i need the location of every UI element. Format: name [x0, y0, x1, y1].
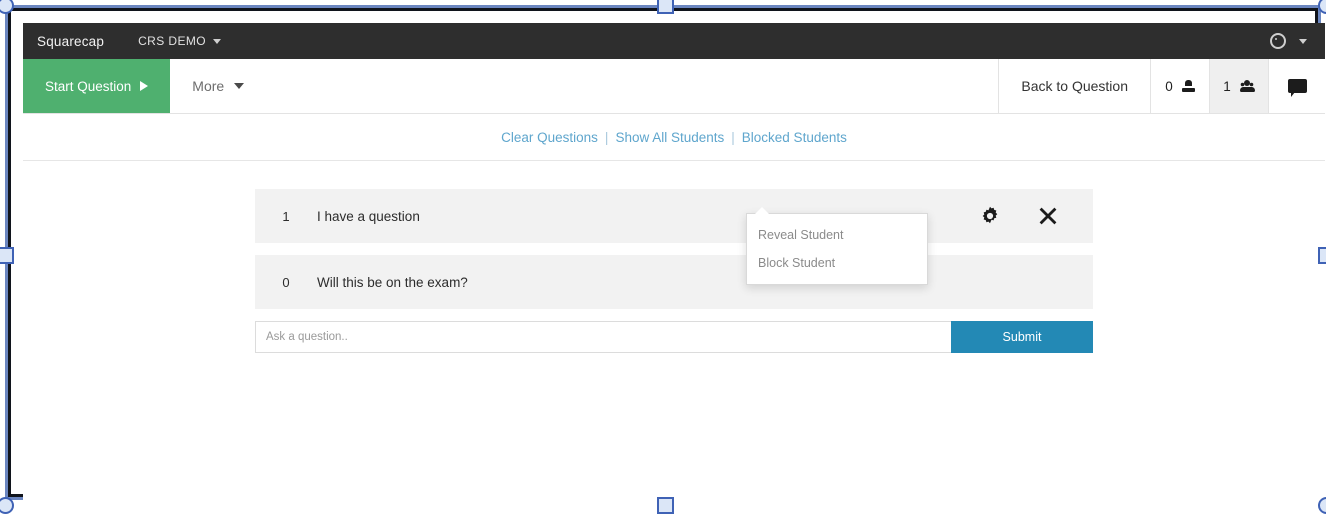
blocked-students-link[interactable]: Blocked Students [742, 130, 847, 145]
link-separator: | [731, 129, 735, 145]
play-icon [140, 81, 149, 91]
close-icon[interactable] [1037, 205, 1059, 227]
more-label: More [192, 78, 225, 94]
course-name-label: CRS DEMO [138, 34, 206, 48]
ask-question-row: Submit [255, 321, 1093, 353]
toolbar-right-group: Back to Question 0 1 [998, 59, 1325, 113]
resize-handle-bottom-left[interactable] [0, 497, 14, 514]
navbar: Squarecap CRS DEMO [23, 23, 1325, 59]
student-counter[interactable]: 1 [1209, 59, 1268, 113]
gear-icon[interactable] [979, 205, 1001, 227]
back-to-question-label: Back to Question [1021, 78, 1128, 94]
gear-icon[interactable] [1270, 33, 1286, 49]
chat-button[interactable] [1268, 59, 1325, 113]
submit-button[interactable]: Submit [951, 321, 1093, 353]
question-vote-count: 0 [282, 274, 290, 290]
table-row[interactable]: 0 Will this be on the exam? [255, 255, 1093, 309]
selection-frame: Squarecap CRS DEMO Start Question More B… [0, 0, 1326, 514]
back-to-question-button[interactable]: Back to Question [998, 59, 1150, 113]
table-row[interactable]: 1 I have a question [255, 189, 1093, 243]
link-separator: | [604, 129, 609, 145]
ask-question-input[interactable] [255, 321, 951, 353]
question-actions [979, 271, 1093, 293]
resize-handle-bottom-right[interactable] [1318, 497, 1326, 514]
brand-logo[interactable]: Squarecap [37, 34, 104, 49]
toolbar: Start Question More Back to Question 0 1 [23, 59, 1325, 114]
people-icon [1239, 80, 1255, 92]
start-question-label: Start Question [45, 78, 132, 94]
resize-handle-bottom-center[interactable] [657, 497, 674, 514]
show-all-students-link[interactable]: Show All Students [615, 130, 724, 145]
question-vote-count: 1 [282, 208, 290, 224]
hand-raise-icon [1181, 79, 1195, 93]
question-list: 1 I have a question 0 Will this be on th… [255, 189, 1093, 309]
menu-item-reveal-student[interactable]: Reveal Student [747, 221, 927, 249]
more-menu-button[interactable]: More [170, 59, 266, 113]
links-bar: Clear Questions | Show All Students | Bl… [23, 114, 1325, 161]
chat-bubble-icon [1287, 79, 1307, 97]
content-area: 1 I have a question 0 Will this be on th… [23, 161, 1325, 353]
resize-handle-top-left[interactable] [0, 0, 14, 14]
course-selector[interactable]: CRS DEMO [138, 34, 221, 48]
clear-questions-link[interactable]: Clear Questions [501, 130, 598, 145]
resize-handle-top-center[interactable] [657, 0, 674, 14]
app-window: Squarecap CRS DEMO Start Question More B… [23, 23, 1325, 504]
question-context-menu: Reveal Student Block Student [746, 207, 928, 285]
start-question-button[interactable]: Start Question [23, 59, 171, 113]
resize-handle-middle-right[interactable] [1318, 247, 1326, 264]
navbar-right-group [1270, 33, 1311, 49]
hand-raise-counter[interactable]: 0 [1150, 59, 1209, 113]
question-actions [979, 205, 1093, 227]
resize-handle-top-right[interactable] [1318, 0, 1326, 14]
chevron-down-icon [234, 83, 245, 89]
chevron-down-icon [212, 38, 221, 44]
menu-item-block-student[interactable]: Block Student [747, 249, 927, 277]
close-icon[interactable] [1037, 271, 1059, 293]
chevron-down-icon[interactable] [1299, 38, 1307, 44]
student-count: 1 [1223, 78, 1231, 94]
resize-handle-middle-left[interactable] [0, 247, 14, 264]
gear-icon[interactable] [979, 271, 1001, 293]
hand-raise-count: 0 [1165, 78, 1173, 94]
